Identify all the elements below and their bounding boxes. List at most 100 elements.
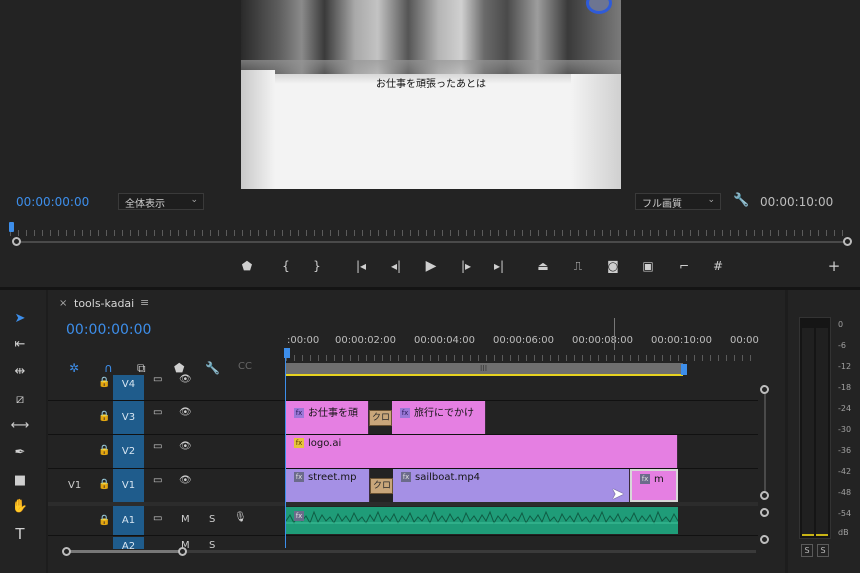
sequence-tab[interactable]: tools-kadai bbox=[74, 297, 134, 310]
audio-vscroll-handle-bottom[interactable] bbox=[760, 535, 769, 544]
clip-v1-end-selected[interactable]: fx m bbox=[630, 469, 678, 502]
nest-sequence-icon[interactable]: ✲ bbox=[69, 361, 79, 375]
sync-lock-icon[interactable]: ▭ bbox=[153, 441, 162, 452]
monitor-time-ruler[interactable] bbox=[10, 224, 850, 236]
track-target-v3[interactable]: V3 bbox=[113, 401, 144, 434]
step-forward-icon[interactable]: |▸ bbox=[458, 258, 474, 274]
add-marker-icon[interactable]: ⬟ bbox=[174, 361, 184, 375]
go-to-out-icon[interactable]: ▸| bbox=[490, 258, 508, 274]
track-separator bbox=[48, 535, 758, 536]
rectangle-tool-icon[interactable]: ■ bbox=[8, 471, 32, 491]
timeline-settings-wrench-icon[interactable]: 🔧 bbox=[205, 361, 220, 375]
clip-v1-street[interactable]: fx street.mp bbox=[286, 469, 370, 502]
track-select-tool-icon[interactable]: ⇤ bbox=[8, 335, 32, 355]
solo-right-button[interactable]: S bbox=[817, 544, 829, 557]
lift-icon[interactable]: ⏏ bbox=[533, 258, 553, 274]
source-patch-v1[interactable]: V1 bbox=[68, 480, 81, 491]
clip-v3-title1[interactable]: fx お仕事を頑 bbox=[286, 401, 369, 434]
solo-track-button[interactable]: S bbox=[209, 540, 215, 549]
hand-tool-icon[interactable]: ✋ bbox=[8, 497, 32, 517]
panel-menu-icon[interactable]: ≡ bbox=[140, 296, 149, 309]
marker-icon[interactable]: ⬟ bbox=[241, 258, 253, 274]
timeline-playhead-line[interactable] bbox=[285, 348, 286, 548]
clip-v2-logo[interactable]: fx logo.ai bbox=[286, 435, 678, 468]
vscroll-handle-bottom[interactable] bbox=[760, 491, 769, 500]
eye-icon[interactable]: 👁 bbox=[179, 407, 192, 418]
ripple-edit-tool-icon[interactable]: ⇹ bbox=[8, 362, 32, 382]
monitor-scroll-handle-left[interactable] bbox=[12, 237, 21, 246]
transition-cross-dissolve[interactable]: クロ bbox=[369, 410, 392, 426]
linked-selection-icon[interactable]: ⧉ bbox=[137, 361, 146, 376]
solo-track-button[interactable]: S bbox=[209, 514, 215, 525]
track-target-v1[interactable]: V1 bbox=[113, 469, 144, 502]
lock-icon[interactable]: 🔒 bbox=[98, 377, 110, 388]
grid-icon[interactable]: # bbox=[710, 258, 726, 274]
video-edge-right bbox=[571, 74, 621, 189]
lock-icon[interactable]: 🔒 bbox=[98, 445, 110, 456]
mark-in-icon[interactable]: { bbox=[280, 258, 292, 274]
selection-tool-icon[interactable]: ➤ bbox=[8, 309, 32, 329]
eye-icon[interactable]: 👁 bbox=[179, 441, 192, 452]
play-icon[interactable]: ▶ bbox=[423, 258, 439, 274]
work-area-grip[interactable]: III bbox=[480, 364, 487, 373]
type-tool-icon[interactable]: T bbox=[8, 524, 32, 544]
clip-v1-sailboat[interactable]: fx sailboat.mp4 bbox=[393, 469, 630, 502]
mouse-cursor-icon: ➤ bbox=[611, 484, 625, 503]
video-audio-divider[interactable] bbox=[48, 502, 758, 506]
pen-tool-icon[interactable]: ✒ bbox=[8, 443, 32, 463]
add-button-icon[interactable]: + bbox=[826, 258, 842, 274]
solo-left-button[interactable]: S bbox=[801, 544, 813, 557]
captions-icon[interactable]: CC bbox=[238, 361, 252, 372]
work-area-end-handle[interactable] bbox=[681, 364, 687, 375]
eye-icon[interactable]: 👁 bbox=[179, 374, 192, 385]
microphone-icon[interactable]: 🎙 bbox=[234, 512, 247, 523]
eye-icon[interactable]: 👁 bbox=[179, 475, 192, 486]
sync-lock-icon[interactable]: ▭ bbox=[153, 407, 162, 418]
snap-magnet-icon[interactable]: ∩ bbox=[104, 361, 113, 375]
meter-scale-label: -18 bbox=[838, 383, 852, 392]
extract-icon[interactable]: ⎍ bbox=[568, 258, 588, 274]
monitor-scroll-handle-right[interactable] bbox=[843, 237, 852, 246]
razor-tool-icon[interactable]: ⧄ bbox=[8, 390, 32, 410]
ruler-label: 00:00:04:00 bbox=[414, 335, 476, 346]
playback-resolution-select[interactable]: フル画質 ⌄ bbox=[635, 193, 721, 210]
comparison-view-icon[interactable]: ▣ bbox=[639, 258, 657, 274]
monitor-playhead[interactable] bbox=[9, 222, 14, 232]
sync-lock-icon[interactable]: ▭ bbox=[153, 475, 162, 486]
timeline-timecode[interactable]: 00:00:00:00 bbox=[66, 322, 151, 338]
timeline-time-ruler[interactable] bbox=[286, 351, 758, 361]
playhead-timecode[interactable]: 00:00:00:00 bbox=[16, 195, 89, 209]
track-target-v4[interactable]: V4 bbox=[113, 375, 144, 400]
monitor-settings-wrench-icon[interactable]: 🔧 bbox=[733, 193, 749, 208]
track-target-a2[interactable]: A2 bbox=[113, 537, 144, 549]
go-to-in-icon[interactable]: |◂ bbox=[352, 258, 370, 274]
lock-icon[interactable]: 🔒 bbox=[98, 479, 110, 490]
step-back-icon[interactable]: ◂| bbox=[388, 258, 404, 274]
mute-track-button[interactable]: M bbox=[181, 514, 190, 525]
vscroll-handle-top[interactable] bbox=[760, 385, 769, 394]
mark-out-icon[interactable]: } bbox=[311, 258, 323, 274]
lock-icon[interactable]: 🔒 bbox=[98, 515, 110, 526]
sync-lock-icon[interactable]: ▭ bbox=[153, 513, 162, 524]
hscroll-handle-right[interactable] bbox=[178, 547, 187, 556]
track-target-a1[interactable]: A1 bbox=[113, 506, 144, 535]
timeline-hscroll-thumb[interactable] bbox=[66, 550, 182, 553]
close-tab-icon[interactable]: × bbox=[59, 298, 67, 309]
clip-a1-audio[interactable]: fx bbox=[286, 507, 678, 534]
hscroll-handle-left[interactable] bbox=[62, 547, 71, 556]
monitor-zoom-scrollbar[interactable] bbox=[16, 241, 847, 243]
zoom-level-select[interactable]: 全体表示 ⌄ bbox=[118, 193, 204, 210]
transition-cross-dissolve[interactable]: クロ bbox=[370, 478, 393, 494]
meter-peak-left bbox=[802, 534, 814, 536]
sync-lock-icon[interactable]: ▭ bbox=[153, 374, 162, 385]
clip-label: m bbox=[654, 474, 664, 485]
slip-tool-icon[interactable]: ⟷ bbox=[8, 416, 32, 436]
clip-label: street.mp bbox=[308, 472, 357, 483]
audio-vscroll-handle-top[interactable] bbox=[760, 508, 769, 517]
lock-icon[interactable]: 🔒 bbox=[98, 411, 110, 422]
track-target-v2[interactable]: V2 bbox=[113, 435, 144, 468]
export-frame-icon[interactable]: ◙ bbox=[605, 258, 621, 274]
video-tracks-vertical-scrollbar[interactable] bbox=[764, 389, 766, 497]
safe-margins-icon[interactable]: ⌐ bbox=[676, 258, 692, 274]
clip-v3-title2[interactable]: fx 旅行にでかけ bbox=[392, 401, 486, 434]
